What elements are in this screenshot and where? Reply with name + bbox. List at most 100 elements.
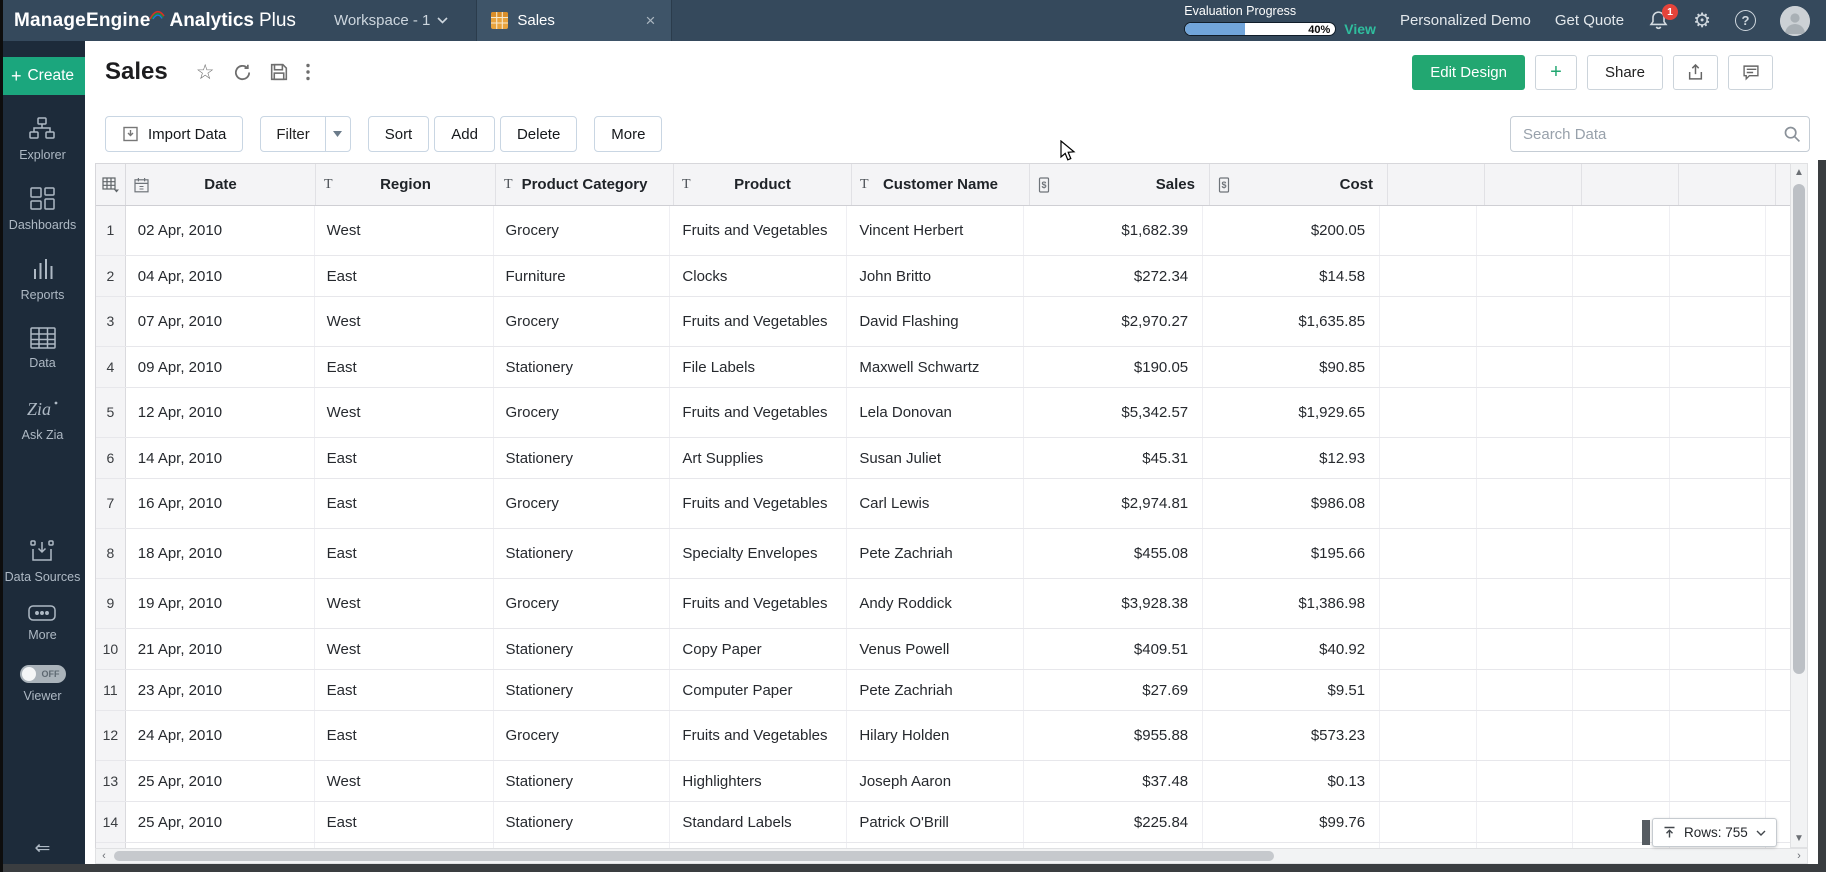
cell-category[interactable]: Grocery — [494, 711, 671, 760]
window-scrollbar-bottom[interactable] — [0, 864, 1826, 872]
table-row[interactable]: 307 Apr, 2010WestGroceryFruits and Veget… — [96, 297, 1790, 347]
row-number[interactable]: 10 — [96, 629, 126, 669]
cell-x1[interactable] — [1380, 802, 1476, 842]
row-number[interactable]: 11 — [96, 670, 126, 710]
cell-date[interactable]: 25 Apr, 2010 — [126, 761, 315, 801]
cell-cost[interactable]: $573.23 — [1203, 711, 1380, 760]
cell-customer[interactable]: Carl Lewis — [847, 479, 1024, 528]
table-row[interactable]: 512 Apr, 2010WestGroceryFruits and Veget… — [96, 388, 1790, 438]
favorite-star-icon[interactable]: ☆ — [196, 62, 215, 83]
cell-cost[interactable]: $0.13 — [1203, 761, 1380, 801]
save-icon[interactable] — [270, 63, 288, 81]
row-number[interactable]: 14 — [96, 802, 126, 842]
cell-date[interactable]: 09 Apr, 2010 — [126, 347, 315, 387]
cell-date[interactable]: 25 Apr, 2010 — [126, 802, 315, 842]
add-button[interactable]: Add — [434, 116, 495, 152]
filter-dropdown-arrow[interactable] — [325, 117, 350, 151]
avatar[interactable] — [1780, 6, 1810, 36]
cell-x5[interactable] — [1766, 670, 1790, 710]
cell-x2[interactable] — [1477, 711, 1573, 760]
export-button[interactable] — [1673, 55, 1718, 90]
tab-sales[interactable]: Sales × — [476, 0, 672, 41]
cell-product[interactable]: Highlighters — [670, 761, 847, 801]
cell-cost[interactable]: $99.76 — [1203, 802, 1380, 842]
cell-x4[interactable] — [1670, 438, 1766, 478]
cell-x3[interactable] — [1573, 629, 1669, 669]
cell-x2[interactable] — [1477, 479, 1573, 528]
cell-date[interactable]: 12 Apr, 2010 — [126, 388, 315, 437]
row-number[interactable]: 8 — [96, 529, 126, 578]
cell-x5[interactable] — [1766, 438, 1790, 478]
import-data-button[interactable]: Import Data — [105, 116, 243, 152]
cell-region[interactable]: East — [315, 802, 494, 842]
delete-button[interactable]: Delete — [500, 116, 577, 152]
row-number[interactable]: 13 — [96, 761, 126, 801]
cell-x2[interactable] — [1477, 206, 1573, 255]
rows-count-badge[interactable]: Rows: 755 — [1652, 818, 1777, 847]
collapse-sidebar-icon[interactable]: ⇐ — [35, 839, 51, 858]
cell-category[interactable]: Grocery — [494, 479, 671, 528]
cell-cost[interactable]: $90.85 — [1203, 347, 1380, 387]
cell-category[interactable]: Grocery — [494, 297, 671, 346]
window-scrollbar-right[interactable] — [1818, 160, 1826, 872]
sidebar-item-data-sources[interactable]: Data Sources — [5, 539, 81, 585]
cell-category[interactable]: Stationery — [494, 670, 671, 710]
cell-x1[interactable] — [1380, 629, 1476, 669]
sidebar-item-reports[interactable]: Reports — [21, 257, 65, 303]
cell-sales[interactable]: $225.84 — [1024, 802, 1203, 842]
vertical-scrollbar[interactable]: ▲ ▼ — [1790, 163, 1808, 848]
cell-x5[interactable] — [1766, 347, 1790, 387]
cell-x1[interactable] — [1380, 670, 1476, 710]
cell-category[interactable]: Grocery — [494, 206, 671, 255]
cell-x1[interactable] — [1380, 711, 1476, 760]
cell-x5[interactable] — [1766, 579, 1790, 628]
cell-region[interactable]: West — [315, 629, 494, 669]
cell-category[interactable]: Stationery — [494, 629, 671, 669]
tab-close-icon[interactable]: × — [643, 12, 657, 29]
cell-x1[interactable] — [1380, 761, 1476, 801]
cell-x3[interactable] — [1573, 256, 1669, 296]
workspace-selector[interactable]: Workspace - 1 — [334, 12, 448, 29]
notifications-button[interactable]: 1 — [1648, 10, 1669, 31]
table-row[interactable]: 409 Apr, 2010EastStationeryFile LabelsMa… — [96, 347, 1790, 388]
cell-product[interactable]: Fruits and Vegetables — [670, 479, 847, 528]
vertical-scrollbar-thumb[interactable] — [1793, 184, 1805, 674]
cell-sales[interactable]: $5,342.57 — [1024, 388, 1203, 437]
cell-customer[interactable]: David Flashing — [847, 297, 1024, 346]
cell-x5[interactable] — [1766, 529, 1790, 578]
cell-x4[interactable] — [1670, 479, 1766, 528]
cell-x5[interactable] — [1766, 711, 1790, 760]
cell-category[interactable]: Stationery — [494, 438, 671, 478]
cell-customer[interactable]: Joseph Aaron — [847, 761, 1024, 801]
cell-x3[interactable] — [1573, 206, 1669, 255]
table-row[interactable]: 1425 Apr, 2010EastStationeryStandard Lab… — [96, 802, 1790, 843]
select-all-header[interactable] — [96, 164, 126, 205]
cell-x4[interactable] — [1670, 579, 1766, 628]
cell-x1[interactable] — [1380, 529, 1476, 578]
cell-cost[interactable]: $9.51 — [1203, 670, 1380, 710]
cell-x3[interactable] — [1573, 347, 1669, 387]
cell-product[interactable]: Fruits and Vegetables — [670, 206, 847, 255]
cell-x2[interactable] — [1477, 629, 1573, 669]
cell-product[interactable]: File Labels — [670, 347, 847, 387]
filter-button[interactable]: Filter — [260, 116, 350, 152]
column-header-region[interactable]: T Region — [316, 164, 496, 205]
view-link[interactable]: View — [1344, 21, 1376, 37]
cell-x1[interactable] — [1380, 388, 1476, 437]
sort-button[interactable]: Sort — [368, 116, 430, 152]
refresh-icon[interactable] — [233, 63, 252, 82]
cell-x5[interactable] — [1766, 206, 1790, 255]
row-number[interactable]: 5 — [96, 388, 126, 437]
cell-date[interactable]: 02 Apr, 2010 — [126, 206, 315, 255]
sidebar-item-data[interactable]: Data — [29, 327, 55, 371]
scroll-up-arrow[interactable]: ▲ — [1791, 164, 1807, 181]
cell-x4[interactable] — [1670, 297, 1766, 346]
sidebar-item-dashboards[interactable]: Dashboards — [9, 187, 76, 233]
empty-column-header[interactable] — [1388, 164, 1485, 205]
cell-date[interactable]: 24 Apr, 2010 — [126, 711, 315, 760]
cell-sales[interactable]: $455.08 — [1024, 529, 1203, 578]
viewer-toggle[interactable]: OFF — [20, 665, 66, 683]
cell-cost[interactable]: $195.66 — [1203, 529, 1380, 578]
table-row[interactable]: 1325 Apr, 2010WestStationeryHighlighters… — [96, 761, 1790, 802]
table-row[interactable]: 716 Apr, 2010EastGroceryFruits and Veget… — [96, 479, 1790, 529]
